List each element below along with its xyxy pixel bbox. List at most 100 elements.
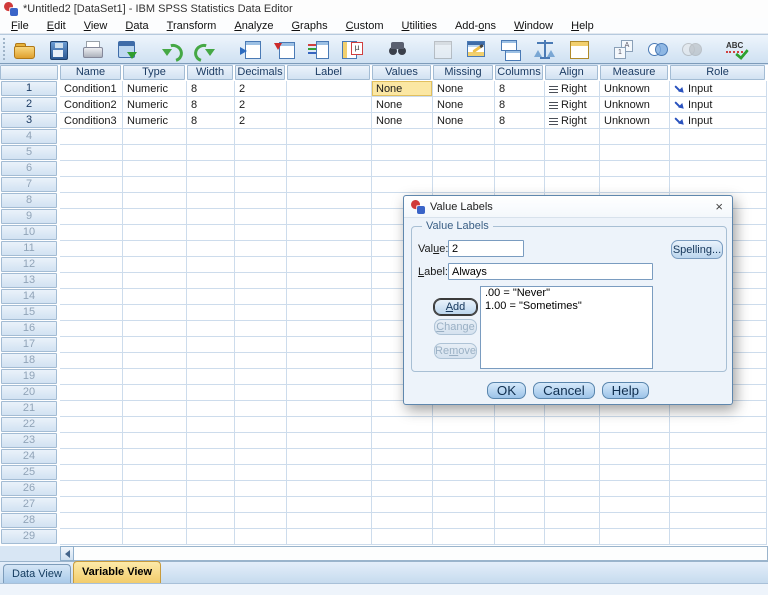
cell-7-decimals[interactable] — [235, 177, 287, 193]
cell-6-align[interactable] — [545, 161, 600, 177]
cell-4-columns[interactable] — [495, 129, 545, 145]
row-header-10[interactable]: 10 — [0, 225, 60, 241]
cell-16-width[interactable] — [187, 321, 235, 337]
cell-6-type[interactable] — [123, 161, 187, 177]
cell-23-missing[interactable] — [433, 433, 495, 449]
cell-5-name[interactable] — [60, 145, 123, 161]
cell-7-name[interactable] — [60, 177, 123, 193]
cell-18-type[interactable] — [123, 353, 187, 369]
cell-4-values[interactable] — [372, 129, 433, 145]
cell-27-values[interactable] — [372, 497, 433, 513]
cell-12-decimals[interactable] — [235, 257, 287, 273]
cell-22-missing[interactable] — [433, 417, 495, 433]
cell-15-name[interactable] — [60, 305, 123, 321]
cell-21-width[interactable] — [187, 401, 235, 417]
cell-2-values[interactable]: None — [372, 97, 433, 113]
column-header-type[interactable]: Type — [123, 65, 185, 80]
cell-7-role[interactable] — [670, 177, 767, 193]
cell-20-width[interactable] — [187, 385, 235, 401]
row-header-23[interactable]: 23 — [0, 433, 60, 449]
cell-10-name[interactable] — [60, 225, 123, 241]
row-header-20[interactable]: 20 — [0, 385, 60, 401]
cell-3-measure[interactable]: Unknown — [600, 113, 670, 129]
toolbar-goto-variable-button[interactable] — [271, 36, 298, 62]
cell-25-columns[interactable] — [495, 465, 545, 481]
cell-29-columns[interactable] — [495, 529, 545, 545]
dialog-close-icon[interactable]: × — [713, 200, 725, 213]
cell-26-missing[interactable] — [433, 481, 495, 497]
cell-17-type[interactable] — [123, 337, 187, 353]
cell-28-missing[interactable] — [433, 513, 495, 529]
toolbar-goto-case-button[interactable] — [237, 36, 264, 62]
menu-window[interactable]: Window — [505, 18, 562, 34]
cell-5-measure[interactable] — [600, 145, 670, 161]
cell-27-missing[interactable] — [433, 497, 495, 513]
cell-3-values[interactable]: None — [372, 113, 433, 129]
row-header-26[interactable]: 26 — [0, 481, 60, 497]
cell-23-role[interactable] — [670, 433, 767, 449]
cell-6-columns[interactable] — [495, 161, 545, 177]
cell-24-name[interactable] — [60, 449, 123, 465]
cell-28-type[interactable] — [123, 513, 187, 529]
toolbar-save-button[interactable] — [45, 36, 72, 62]
cell-6-decimals[interactable] — [235, 161, 287, 177]
cell-27-columns[interactable] — [495, 497, 545, 513]
cell-5-columns[interactable] — [495, 145, 545, 161]
row-header-5[interactable]: 5 — [0, 145, 60, 161]
help-button[interactable]: Help — [602, 382, 649, 399]
cell-11-decimals[interactable] — [235, 241, 287, 257]
cell-5-width[interactable] — [187, 145, 235, 161]
toolbar-use-variable-sets-button[interactable] — [644, 36, 671, 62]
cell-4-decimals[interactable] — [235, 129, 287, 145]
cell-26-align[interactable] — [545, 481, 600, 497]
cell-29-missing[interactable] — [433, 529, 495, 545]
cell-3-columns[interactable]: 8 — [495, 113, 545, 129]
cell-1-decimals[interactable]: 2 — [235, 81, 287, 97]
row-header-1[interactable]: 1 — [0, 81, 60, 97]
row-header-6[interactable]: 6 — [0, 161, 60, 177]
cell-25-role[interactable] — [670, 465, 767, 481]
cell-9-type[interactable] — [123, 209, 187, 225]
cell-18-width[interactable] — [187, 353, 235, 369]
cell-4-measure[interactable] — [600, 129, 670, 145]
cell-10-type[interactable] — [123, 225, 187, 241]
cell-7-missing[interactable] — [433, 177, 495, 193]
row-header-13[interactable]: 13 — [0, 273, 60, 289]
cell-12-width[interactable] — [187, 257, 235, 273]
scroll-left-arrow[interactable] — [60, 546, 74, 561]
cell-9-decimals[interactable] — [235, 209, 287, 225]
cell-23-width[interactable] — [187, 433, 235, 449]
cell-19-width[interactable] — [187, 369, 235, 385]
row-header-19[interactable]: 19 — [0, 369, 60, 385]
cell-23-values[interactable] — [372, 433, 433, 449]
cell-12-name[interactable] — [60, 257, 123, 273]
cell-1-missing[interactable]: None — [433, 81, 495, 97]
cell-22-decimals[interactable] — [235, 417, 287, 433]
cell-14-label[interactable] — [287, 289, 372, 305]
column-header-name[interactable]: Name — [60, 65, 121, 80]
cell-24-missing[interactable] — [433, 449, 495, 465]
cell-3-align[interactable]: Right — [545, 113, 600, 129]
cell-23-columns[interactable] — [495, 433, 545, 449]
cell-20-name[interactable] — [60, 385, 123, 401]
cell-22-type[interactable] — [123, 417, 187, 433]
cell-22-align[interactable] — [545, 417, 600, 433]
cell-10-label[interactable] — [287, 225, 372, 241]
label-input[interactable] — [448, 263, 653, 280]
cell-13-width[interactable] — [187, 273, 235, 289]
cell-3-name[interactable]: Condition3 — [60, 113, 123, 129]
menu-graphs[interactable]: Graphs — [282, 18, 336, 34]
cell-2-type[interactable]: Numeric — [123, 97, 187, 113]
cell-14-decimals[interactable] — [235, 289, 287, 305]
column-header-width[interactable]: Width — [187, 65, 233, 80]
add-button[interactable]: Add — [434, 299, 477, 315]
row-header-11[interactable]: 11 — [0, 241, 60, 257]
menu-data[interactable]: Data — [116, 18, 157, 34]
cell-29-align[interactable] — [545, 529, 600, 545]
cell-1-type[interactable]: Numeric — [123, 81, 187, 97]
column-header-decimals[interactable]: Decimals — [235, 65, 285, 80]
cell-2-decimals[interactable]: 2 — [235, 97, 287, 113]
cell-3-decimals[interactable]: 2 — [235, 113, 287, 129]
cell-16-label[interactable] — [287, 321, 372, 337]
cell-20-decimals[interactable] — [235, 385, 287, 401]
